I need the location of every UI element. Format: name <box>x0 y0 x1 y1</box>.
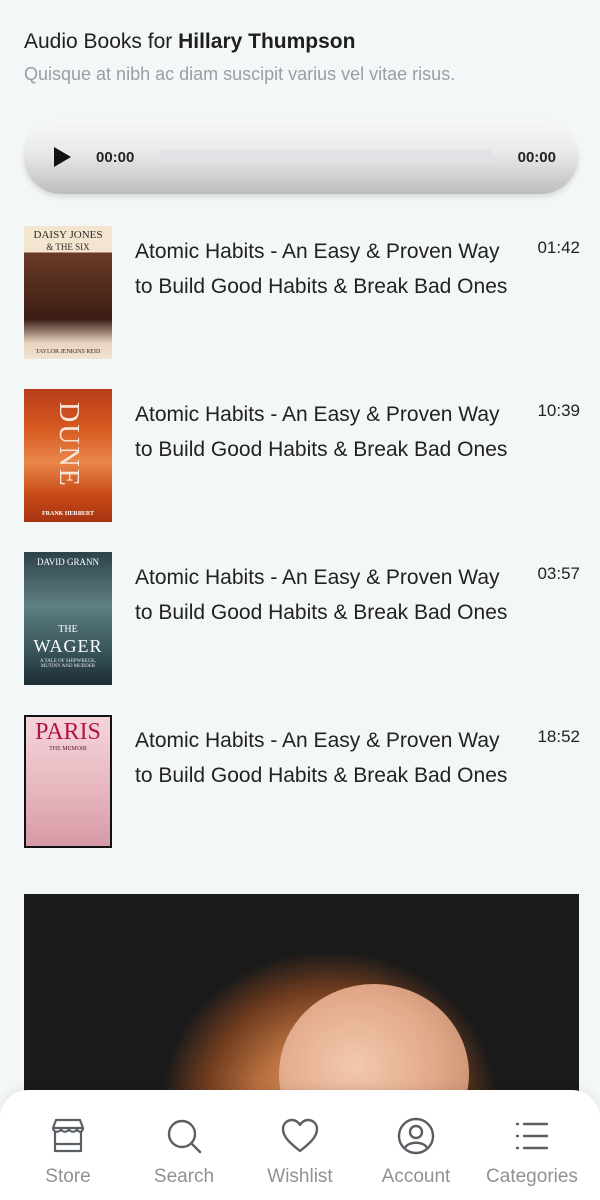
list-item[interactable]: DUNE FRANK HERBERT Atomic Habits - An Ea… <box>24 389 580 552</box>
tab-label: Search <box>153 1166 215 1187</box>
page-header: Audio Books for Hillary Thumpson Quisque… <box>24 28 584 85</box>
tab-label: Account <box>381 1166 451 1187</box>
tab-account[interactable]: Account <box>361 1116 471 1200</box>
audio-player: 00:00 00:00 <box>24 120 578 194</box>
list-item[interactable]: DAVID GRANN THE WAGER A TALE OF SHIPWREC… <box>24 552 580 715</box>
page-subtitle: Quisque at nibh ac diam suscipit varius … <box>24 64 456 84</box>
cover-text: DAVID GRANN <box>36 557 100 567</box>
heart-icon <box>281 1118 319 1153</box>
book-title: Atomic Habits - An Easy & Proven Way to … <box>135 240 508 298</box>
tab-wishlist[interactable]: Wishlist <box>245 1116 355 1200</box>
list-item[interactable]: DAISY JONES & THE SIX TAYLOR JENKINS REI… <box>24 226 580 389</box>
title-name: Hillary Thumpson <box>178 30 356 53</box>
cover-text: FRANK HERBERT <box>42 511 94 517</box>
total-time: 00:00 <box>517 148 556 166</box>
search-icon <box>167 1119 202 1154</box>
tab-label: Categories <box>486 1166 578 1187</box>
cover-text: & THE SIX <box>46 242 90 252</box>
tab-categories[interactable]: Categories <box>477 1116 587 1200</box>
book-duration: 18:52 <box>537 727 580 746</box>
account-icon <box>397 1117 435 1155</box>
book-duration: 10:39 <box>537 401 580 420</box>
book-cover: DAVID GRANN THE WAGER A TALE OF SHIPWREC… <box>24 552 112 685</box>
play-icon[interactable] <box>52 145 74 169</box>
book-cover: PARIS THE MEMOIR <box>24 715 112 848</box>
page-title: Audio Books for Hillary Thumpson <box>24 28 584 56</box>
current-time: 00:00 <box>96 148 135 166</box>
cover-text: TAYLOR JENKINS REID <box>35 349 101 355</box>
store-icon <box>51 1118 85 1153</box>
list-item[interactable]: PARIS THE MEMOIR Atomic Habits - An Easy… <box>24 715 580 878</box>
bottom-tab-bar: Store Search Wishlist Account Categories <box>0 1090 600 1200</box>
cover-text: THE MEMOIR <box>49 746 87 752</box>
cover-text: DAISY JONES <box>33 229 103 241</box>
tab-label: Wishlist <box>267 1166 333 1187</box>
book-title: Atomic Habits - An Easy & Proven Way to … <box>135 566 508 624</box>
book-duration: 03:57 <box>537 564 580 583</box>
tab-search[interactable]: Search <box>129 1116 239 1200</box>
menu-icon <box>515 1122 549 1150</box>
tab-label: Store <box>45 1166 91 1187</box>
book-title: Atomic Habits - An Easy & Proven Way to … <box>135 729 508 787</box>
book-title: Atomic Habits - An Easy & Proven Way to … <box>135 403 508 461</box>
book-cover: DUNE FRANK HERBERT <box>24 389 112 522</box>
audiobook-list: DAISY JONES & THE SIX TAYLOR JENKINS REI… <box>24 226 580 878</box>
cover-text: WAGER <box>33 636 103 656</box>
cover-text: PARIS <box>35 719 101 745</box>
cover-text: DUNE <box>53 402 84 488</box>
cover-text: A TALE OF SHIPWRECK, MUTINY AND MURDER <box>40 659 96 669</box>
book-duration: 01:42 <box>537 238 580 257</box>
progress-bar[interactable] <box>160 150 492 164</box>
author-photo <box>24 894 579 1114</box>
cover-text: THE <box>58 624 78 635</box>
tab-store[interactable]: Store <box>13 1116 123 1200</box>
title-prefix: Audio Books for <box>24 30 179 53</box>
book-cover: DAISY JONES & THE SIX TAYLOR JENKINS REI… <box>24 226 112 359</box>
